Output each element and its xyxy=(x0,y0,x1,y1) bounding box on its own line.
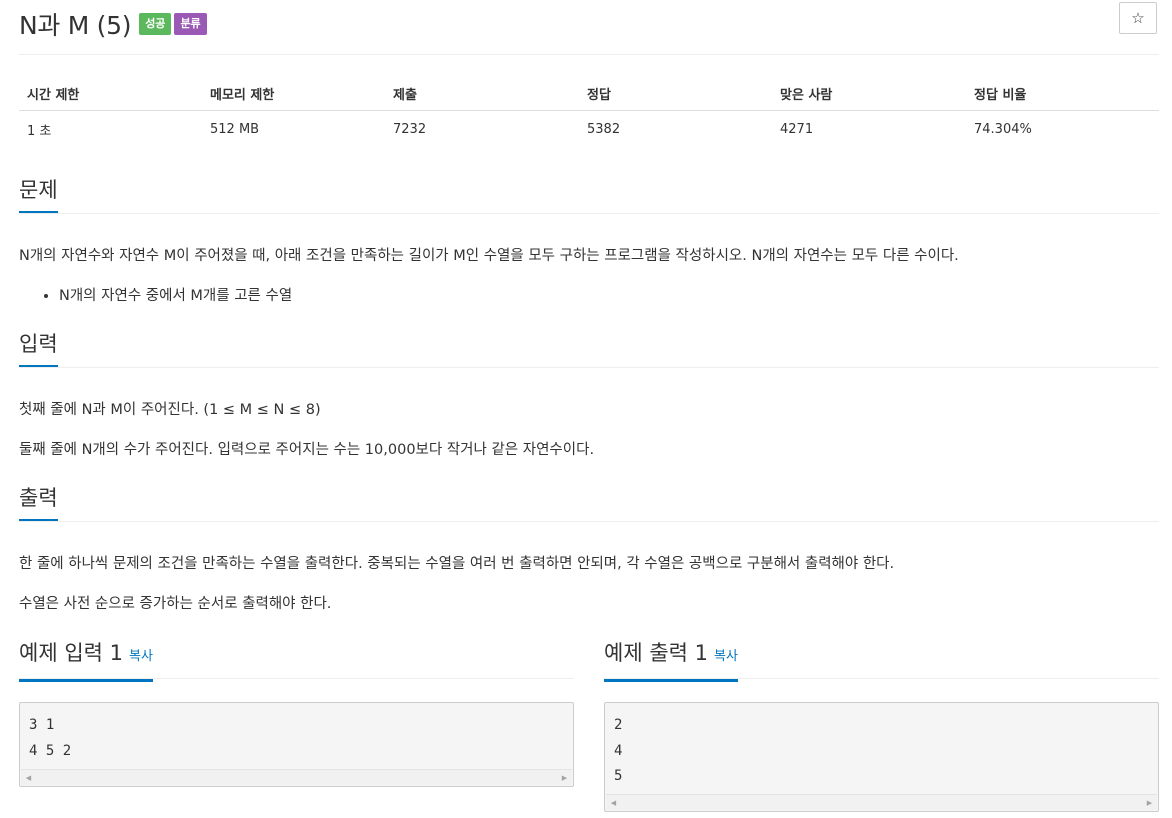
sample-input-header: 예제 입력 1 복사 xyxy=(19,640,574,682)
table-header-row: 시간 제한 메모리 제한 제출 정답 맞은 사람 정답 비율 xyxy=(19,76,1159,111)
sample-output-box[interactable]: 2 4 5 ◀ ▶ xyxy=(604,702,1159,812)
header-divider xyxy=(19,54,1159,55)
output-section-header: 출력 xyxy=(19,485,1159,522)
memory-limit-value: 512 MB xyxy=(210,122,260,137)
horizontal-scrollbar[interactable]: ◀ ▶ xyxy=(21,769,572,785)
solvers-value[interactable]: 4271 xyxy=(772,111,966,148)
favorite-star-button[interactable]: ☆ xyxy=(1119,2,1157,34)
title-row: N과 M (5) 성공 분류 xyxy=(19,4,210,44)
sample-output-content: 2 4 5 xyxy=(614,717,623,784)
problem-bullet-list: N개의 자연수 중에서 M개를 고른 수열 xyxy=(19,284,292,305)
copy-sample-output-button[interactable]: 복사 xyxy=(714,649,738,664)
sample-input-content: 3 1 4 5 2 xyxy=(29,717,72,759)
output-line-2: 수열은 사전 순으로 증가하는 순서로 출력해야 한다. xyxy=(19,596,332,612)
sample-input-column: 예제 입력 1 복사 3 1 4 5 2 ◀ ▶ xyxy=(19,640,574,787)
page-title: N과 M (5) xyxy=(19,11,132,40)
time-limit-header: 시간 제한 xyxy=(19,76,202,111)
submissions-header: 제출 xyxy=(385,76,579,111)
problem-info-table: 시간 제한 메모리 제한 제출 정답 맞은 사람 정답 비율 1 초 512 M… xyxy=(19,76,1159,147)
section-divider xyxy=(19,521,1159,522)
star-icon: ☆ xyxy=(1131,9,1145,27)
sample-input-heading: 예제 입력 1 xyxy=(19,641,123,665)
memory-limit-header: 메모리 제한 xyxy=(202,76,385,111)
sample-input-heading-wrap: 예제 입력 1 복사 xyxy=(19,640,153,682)
sample-output-column: 예제 출력 1 복사 2 4 5 ◀ ▶ xyxy=(604,640,1159,812)
category-badge[interactable]: 분류 xyxy=(174,13,207,35)
problem-heading: 문제 xyxy=(19,177,58,214)
input-line-1: 첫째 줄에 N과 M이 주어진다. (1 ≤ M ≤ N ≤ 8) xyxy=(19,402,321,418)
accepted-header: 정답 xyxy=(579,76,772,111)
accepted-value[interactable]: 5382 xyxy=(579,111,772,148)
scroll-left-icon[interactable]: ◀ xyxy=(21,770,36,785)
section-divider xyxy=(19,213,1159,214)
horizontal-scrollbar[interactable]: ◀ ▶ xyxy=(606,794,1157,810)
output-line-1: 한 줄에 하나씩 문제의 조건을 만족하는 수열을 출력한다. 중복되는 수열을… xyxy=(19,556,895,572)
time-limit-value: 1 초 xyxy=(27,124,52,139)
sample-input-box[interactable]: 3 1 4 5 2 ◀ ▶ xyxy=(19,702,574,787)
problem-description: N개의 자연수와 자연수 M이 주어졌을 때, 아래 조건을 만족하는 길이가 … xyxy=(19,248,959,264)
section-divider xyxy=(604,678,1159,679)
scroll-right-icon[interactable]: ▶ xyxy=(557,770,572,785)
table-row: 1 초 512 MB 7232 5382 4271 74.304% xyxy=(19,111,1159,148)
accept-ratio-header: 정답 비율 xyxy=(966,76,1159,111)
submissions-value[interactable]: 7232 xyxy=(385,111,579,148)
sample-output-header: 예제 출력 1 복사 xyxy=(604,640,1159,682)
solvers-header: 맞은 사람 xyxy=(772,76,966,111)
list-item: N개의 자연수 중에서 M개를 고른 수열 xyxy=(59,284,292,305)
section-divider xyxy=(19,678,574,679)
sample-output-heading: 예제 출력 1 xyxy=(604,641,708,665)
input-section-header: 입력 xyxy=(19,331,1159,368)
problem-section-header: 문제 xyxy=(19,177,1159,214)
input-line-2: 둘째 줄에 N개의 수가 주어진다. 입력으로 주어지는 수는 10,000보다… xyxy=(19,442,595,458)
scroll-right-icon[interactable]: ▶ xyxy=(1142,795,1157,810)
output-heading: 출력 xyxy=(19,485,58,522)
scroll-left-icon[interactable]: ◀ xyxy=(606,795,621,810)
success-badge: 성공 xyxy=(139,13,172,35)
input-heading: 입력 xyxy=(19,331,58,368)
sample-output-heading-wrap: 예제 출력 1 복사 xyxy=(604,640,738,682)
section-divider xyxy=(19,367,1159,368)
copy-sample-input-button[interactable]: 복사 xyxy=(129,649,153,664)
accept-ratio-value: 74.304% xyxy=(974,122,1032,137)
